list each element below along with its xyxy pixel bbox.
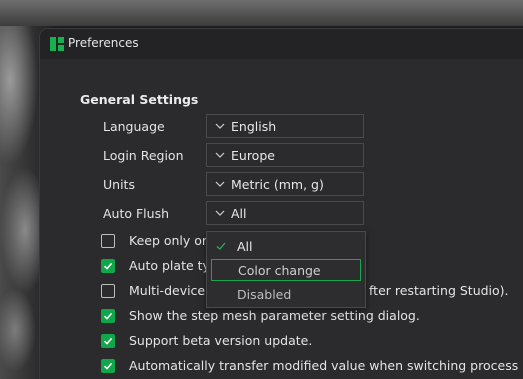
checkmark-icon: [103, 262, 113, 270]
checkbox-unchecked[interactable]: [101, 233, 115, 248]
checkbox-checked[interactable]: [101, 258, 115, 273]
checkbox-label: Automatically transfer modified value wh…: [129, 358, 523, 373]
checkbox-row-multi-device[interactable]: Multi-device: [101, 283, 205, 298]
auto-flush-dropdown-list: All Color change Disabled: [206, 231, 366, 308]
chevron-down-icon: [215, 123, 225, 129]
checkbox-label: Auto plate ty: [129, 258, 210, 273]
units-label: Units: [103, 177, 135, 192]
checkbox-row-auto-transfer[interactable]: Automatically transfer modified value wh…: [101, 358, 523, 373]
checkbox-label: Show the step mesh parameter setting dia…: [129, 308, 420, 323]
login-region-value: Europe: [231, 147, 275, 163]
dropdown-option-label: Color change: [238, 262, 321, 278]
preferences-window: Preferences General Settings Language En…: [40, 29, 523, 379]
login-region-label: Login Region: [103, 148, 184, 163]
checkbox-label: Multi-device: [129, 283, 206, 298]
checkbox-label-tail: fter restarting Studio).: [369, 283, 509, 298]
language-combo[interactable]: English: [206, 114, 364, 138]
chevron-down-icon: [215, 152, 225, 158]
checkbox-row-keep-only[interactable]: Keep only or: [101, 233, 207, 248]
checkbox-checked[interactable]: [101, 333, 115, 348]
auto-flush-combo[interactable]: All: [206, 201, 364, 225]
chevron-down-icon: [215, 181, 225, 187]
login-region-combo[interactable]: Europe: [206, 143, 364, 167]
auto-flush-label: Auto Flush: [103, 206, 170, 221]
checkbox-unchecked[interactable]: [101, 283, 115, 298]
checkbox-row-auto-plate[interactable]: Auto plate ty: [101, 258, 210, 273]
checkbox-checked[interactable]: [101, 358, 115, 373]
background-window-strip: [0, 0, 523, 26]
checkbox-row-beta-update[interactable]: Support beta version update.: [101, 333, 312, 348]
window-title: Preferences: [68, 36, 139, 50]
checkmark-icon: [103, 312, 113, 320]
language-value: English: [231, 118, 277, 134]
title-bar[interactable]: Preferences: [40, 29, 523, 59]
units-combo[interactable]: Metric (mm, g): [206, 172, 364, 196]
dropdown-option-label: All: [237, 238, 253, 254]
app-logo-icon: [50, 37, 64, 51]
section-title-general: General Settings: [80, 92, 199, 107]
checkmark-icon: [103, 362, 113, 370]
dropdown-option-label: Disabled: [237, 286, 292, 302]
units-value: Metric (mm, g): [231, 176, 324, 192]
dropdown-option-color-change[interactable]: Color change: [211, 259, 361, 281]
chevron-down-icon: [215, 210, 225, 216]
auto-flush-value: All: [231, 205, 247, 221]
dropdown-option-disabled[interactable]: Disabled: [211, 283, 361, 305]
checkmark-icon: [216, 242, 226, 250]
checkbox-checked[interactable]: [101, 308, 115, 323]
checkbox-row-step-mesh[interactable]: Show the step mesh parameter setting dia…: [101, 308, 420, 323]
language-label: Language: [103, 119, 165, 134]
dropdown-option-all[interactable]: All: [211, 235, 361, 257]
checkbox-label: Keep only or: [129, 233, 208, 248]
checkbox-label: Support beta version update.: [129, 333, 313, 348]
checkmark-icon: [103, 337, 113, 345]
